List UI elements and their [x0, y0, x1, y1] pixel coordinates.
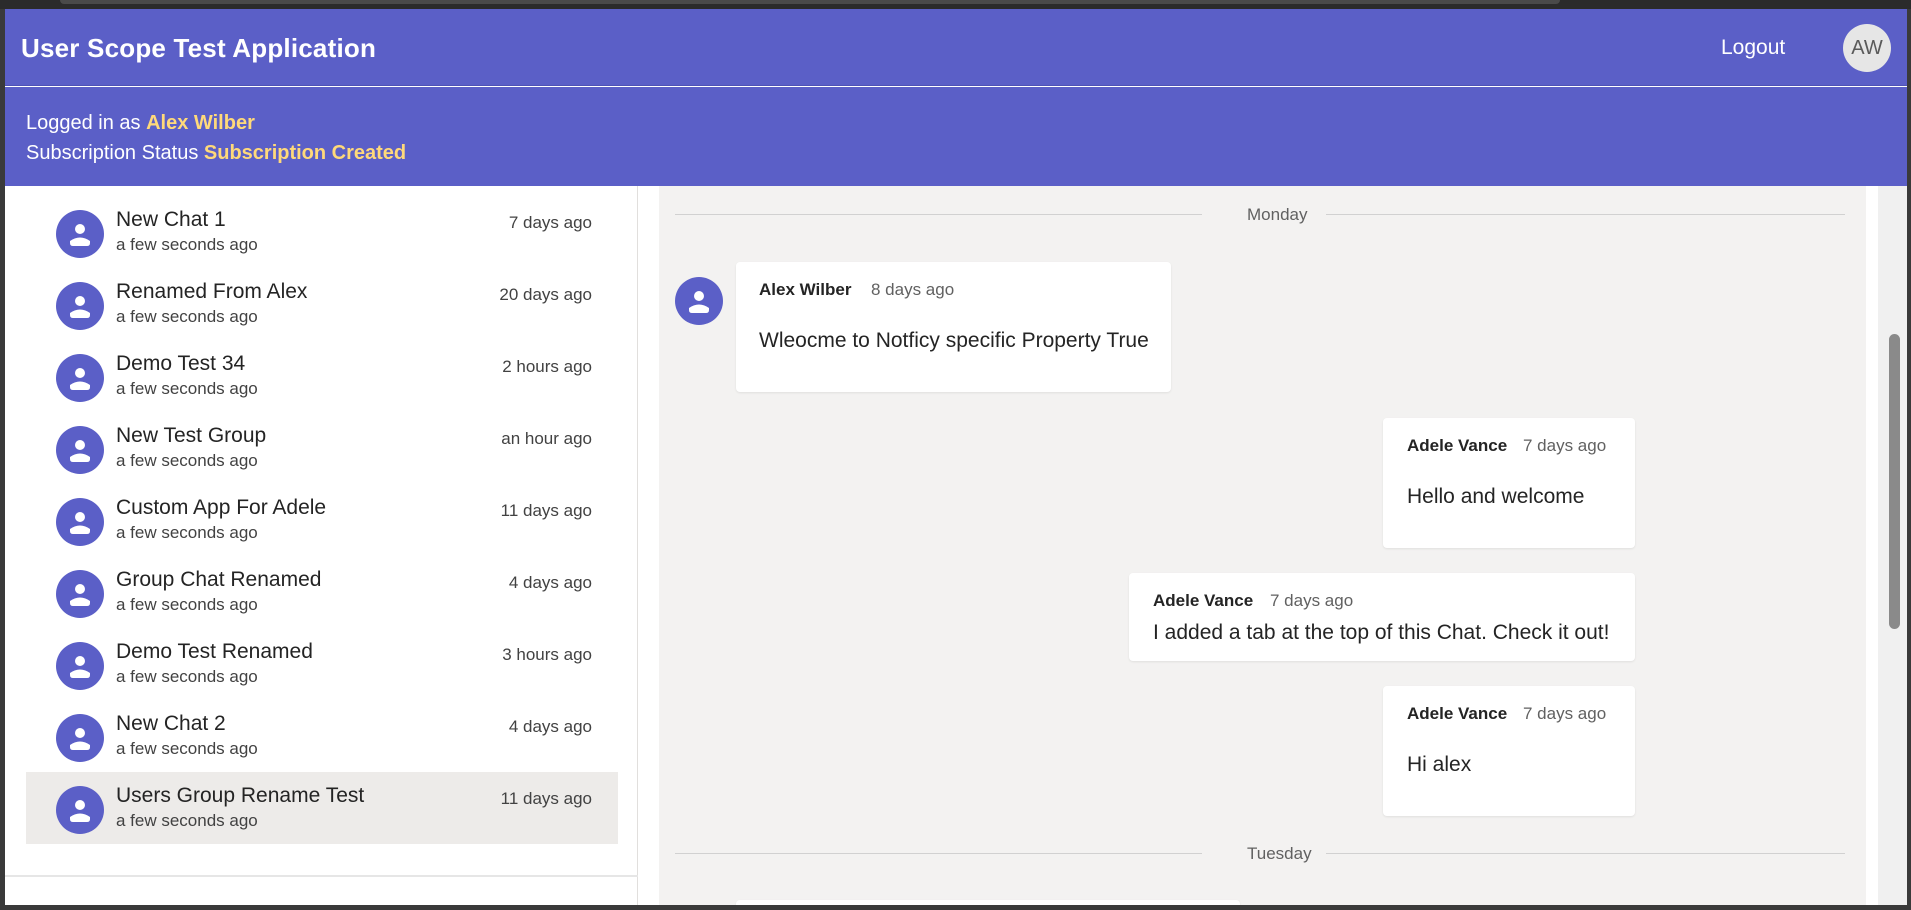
chat-time: 11 days ago — [500, 789, 592, 808]
person-icon — [675, 277, 723, 325]
message-bubble-partial[interactable] — [736, 900, 1240, 905]
chat-subtitle: a few seconds ago — [116, 451, 258, 470]
subscription-line: Subscription Status Subscription Created — [26, 142, 406, 165]
chat-name: New Test Group — [116, 424, 267, 447]
chat-time: an hour ago — [501, 429, 592, 448]
message-bubble[interactable]: Adele Vance 7 days ago I added a tab at … — [1129, 573, 1635, 661]
chat-name: Custom App For Adele — [116, 496, 327, 519]
day-line — [1326, 214, 1845, 215]
app-window: User Scope Test Application Logout AW Lo… — [5, 9, 1907, 905]
day-separator: Monday — [675, 205, 1845, 225]
message-text: Hello and welcome — [1407, 485, 1585, 508]
person-icon — [56, 642, 104, 690]
logged-in-user: Alex Wilber — [146, 112, 255, 134]
day-separator: Tuesday — [675, 844, 1845, 864]
message-text: Wleocme to Notficy specific Property Tru… — [759, 329, 1149, 352]
chat-subtitle: a few seconds ago — [116, 235, 258, 254]
message-bubble[interactable]: Adele Vance 7 days ago Hi alex — [1383, 686, 1635, 816]
app-title: User Scope Test Application — [21, 33, 377, 63]
day-label: Monday — [1247, 205, 1308, 224]
window-top-strip — [60, 0, 1560, 4]
person-icon — [56, 786, 104, 834]
message-bubble[interactable]: Adele Vance 7 days ago Hello and welcome — [1383, 418, 1635, 548]
chat-name: New Chat 1 — [116, 208, 226, 231]
message-author: Alex Wilber — [759, 280, 852, 299]
day-line — [1326, 853, 1845, 854]
chat-list: New Chat 1 a few seconds ago 7 days ago … — [5, 186, 638, 905]
conversation-scrollbar[interactable] — [1878, 186, 1907, 905]
chat-time: 3 hours ago — [502, 645, 592, 664]
message-author: Adele Vance — [1153, 591, 1254, 610]
message-author: Adele Vance — [1407, 436, 1508, 455]
chat-name: Demo Test Renamed — [116, 640, 313, 663]
logout-button[interactable]: Logout — [1721, 36, 1785, 60]
person-icon — [56, 282, 104, 330]
chat-time: 2 hours ago — [502, 357, 592, 376]
chat-list-item[interactable]: Group Chat Renamed a few seconds ago 4 d… — [26, 556, 618, 628]
chat-subtitle: a few seconds ago — [116, 811, 258, 830]
conversation-pane: Monday Alex Wilber 8 days ago Wleocme to… — [659, 186, 1866, 905]
person-icon — [56, 210, 104, 258]
chat-time: 20 days ago — [499, 285, 592, 304]
sidebar-divider — [5, 875, 638, 877]
person-icon — [56, 570, 104, 618]
chat-list-item[interactable]: Renamed From Alex a few seconds ago 20 d… — [26, 268, 618, 340]
message-time: 7 days ago — [1270, 591, 1354, 610]
subscription-prefix: Subscription Status — [26, 142, 199, 164]
message-text: Hi alex — [1407, 753, 1472, 776]
chat-name: Demo Test 34 — [116, 352, 246, 375]
chat-list-item[interactable]: Custom App For Adele a few seconds ago 1… — [26, 484, 618, 556]
chat-name: Group Chat Renamed — [116, 568, 322, 591]
chat-time: 7 days ago — [508, 213, 592, 232]
message-time: 8 days ago — [871, 280, 955, 299]
chat-name: Renamed From Alex — [116, 280, 308, 303]
subscription-status: Subscription Created — [203, 142, 407, 164]
chat-subtitle: a few seconds ago — [116, 379, 258, 398]
chat-list-item[interactable]: Demo Test 34 a few seconds ago 2 hours a… — [26, 340, 618, 412]
app-header: User Scope Test Application Logout AW — [5, 9, 1907, 86]
message-bubble[interactable]: Alex Wilber 8 days ago Wleocme to Notfic… — [736, 262, 1171, 392]
person-icon — [56, 498, 104, 546]
person-icon — [56, 426, 104, 474]
message-text: I added a tab at the top of this Chat. C… — [1153, 621, 1610, 644]
person-icon — [56, 714, 104, 762]
day-line — [675, 214, 1202, 215]
chat-list-item[interactable]: New Test Group a few seconds ago an hour… — [26, 412, 618, 484]
chat-list-item[interactable]: Demo Test Renamed a few seconds ago 3 ho… — [26, 628, 618, 700]
day-line — [675, 853, 1202, 854]
chat-time: 4 days ago — [508, 573, 592, 592]
user-avatar[interactable]: AW — [1843, 24, 1891, 72]
logged-in-prefix: Logged in as — [26, 112, 141, 134]
chat-subtitle: a few seconds ago — [116, 307, 258, 326]
chat-subtitle: a few seconds ago — [116, 667, 258, 686]
message-time: 7 days ago — [1523, 704, 1607, 723]
chat-subtitle: a few seconds ago — [116, 739, 258, 758]
chat-subtitle: a few seconds ago — [116, 523, 258, 542]
window-top-bar — [0, 0, 1911, 9]
message-time: 7 days ago — [1523, 436, 1607, 455]
chat-list-item[interactable]: New Chat 2 a few seconds ago 4 days ago — [26, 700, 618, 772]
chat-name: New Chat 2 — [116, 712, 226, 735]
chat-time: 4 days ago — [508, 717, 592, 736]
person-icon — [56, 354, 104, 402]
chat-list-item-selected[interactable]: Users Group Rename Test a few seconds ag… — [26, 772, 618, 844]
day-label: Tuesday — [1247, 844, 1312, 863]
scrollbar-thumb[interactable] — [1889, 334, 1900, 629]
chat-name: Users Group Rename Test — [116, 784, 365, 807]
chat-subtitle: a few seconds ago — [116, 595, 258, 614]
chat-time: 11 days ago — [500, 501, 592, 520]
message-author: Adele Vance — [1407, 704, 1508, 723]
user-info-bar: Logged in as Alex Wilber Subscription St… — [5, 87, 1907, 186]
chat-list-item[interactable]: New Chat 1 a few seconds ago 7 days ago — [26, 196, 618, 268]
logged-in-line: Logged in as Alex Wilber — [26, 112, 255, 135]
